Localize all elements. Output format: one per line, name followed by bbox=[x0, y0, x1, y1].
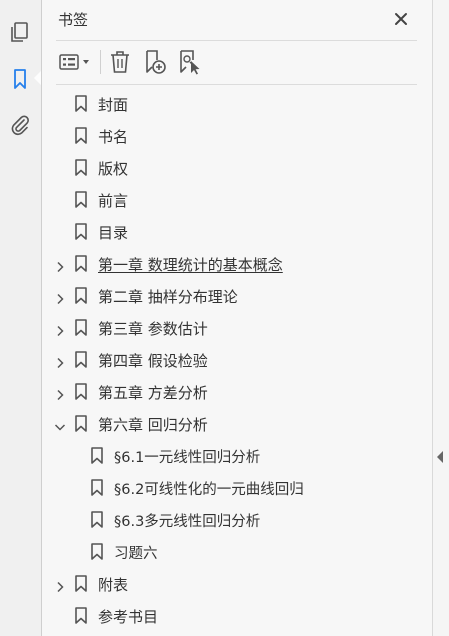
bookmark-icon bbox=[74, 351, 88, 368]
find-bookmark-button[interactable] bbox=[176, 48, 202, 76]
bookmark-icon bbox=[74, 159, 88, 176]
panel-title: 书签 bbox=[58, 11, 89, 29]
bookmark-item[interactable]: 第五章 方差分析 bbox=[42, 379, 427, 405]
chevron-right-icon[interactable] bbox=[54, 578, 66, 593]
new-bookmark-button[interactable] bbox=[142, 48, 168, 76]
attachments-icon[interactable] bbox=[9, 114, 31, 136]
bookmark-icon bbox=[90, 543, 104, 560]
bookmark-icon bbox=[74, 223, 88, 240]
bookmark-label: §6.3多元线性回归分析 bbox=[114, 514, 261, 530]
bookmark-icon bbox=[74, 415, 88, 432]
bookmark-item[interactable]: 第六章 回归分析 bbox=[42, 411, 427, 437]
chevron-down-icon[interactable] bbox=[54, 418, 66, 431]
bookmark-icon bbox=[74, 383, 88, 400]
bookmarks-panel: 书签 封面 书名 版权 前言 目录 第一章 数理统计的基本概念 第二章 抽样分布… bbox=[42, 0, 433, 636]
bookmark-item[interactable]: 附表 bbox=[42, 571, 427, 597]
bookmark-label: 第四章 假设检验 bbox=[98, 352, 208, 370]
navigation-rail bbox=[0, 0, 42, 636]
bookmark-item[interactable]: 书名 bbox=[42, 123, 427, 149]
bookmark-label: 附表 bbox=[98, 576, 129, 594]
bookmark-label: §6.1一元线性回归分析 bbox=[114, 450, 261, 466]
trash-icon bbox=[111, 51, 129, 73]
bookmark-label: 前言 bbox=[98, 192, 129, 210]
title-divider bbox=[56, 40, 417, 41]
bookmark-item[interactable]: §6.1一元线性回归分析 bbox=[42, 443, 427, 469]
bookmark-label: 习题六 bbox=[114, 546, 158, 562]
bookmark-item[interactable]: 版权 bbox=[42, 155, 427, 181]
bookmark-item[interactable]: 习题六 bbox=[42, 539, 427, 565]
bookmark-item[interactable]: 第四章 假设检验 bbox=[42, 347, 427, 373]
bookmark-item[interactable]: 封面 bbox=[42, 91, 427, 117]
bookmark-label: 第三章 参数估计 bbox=[98, 320, 208, 338]
bookmark-item[interactable]: 目录 bbox=[42, 219, 427, 245]
chevron-right-icon[interactable] bbox=[54, 258, 66, 273]
bookmark-icon bbox=[74, 575, 88, 592]
bookmark-label: 第六章 回归分析 bbox=[98, 416, 208, 434]
bookmark-item[interactable]: §6.2可线性化的一元曲线回归 bbox=[42, 475, 427, 501]
bookmark-label: 第二章 抽样分布理论 bbox=[98, 288, 238, 306]
page-thumbnails-icon[interactable] bbox=[9, 21, 31, 43]
bookmark-icon bbox=[74, 607, 88, 624]
bookmark-icon bbox=[74, 319, 88, 336]
bookmark-item[interactable]: 参考书目 bbox=[42, 603, 427, 629]
bookmark-icon bbox=[74, 287, 88, 304]
bookmark-label: §6.2可线性化的一元曲线回归 bbox=[114, 482, 304, 498]
chevron-right-icon[interactable] bbox=[54, 354, 66, 369]
bookmark-item[interactable]: 第一章 数理统计的基本概念 bbox=[42, 251, 427, 277]
toolbar-divider bbox=[100, 50, 101, 74]
bookmark-label: 目录 bbox=[98, 224, 129, 242]
bookmark-item[interactable]: 第二章 抽样分布理论 bbox=[42, 283, 427, 309]
chevron-right-icon[interactable] bbox=[54, 386, 66, 401]
bookmark-label: 版权 bbox=[98, 160, 129, 178]
bookmark-item[interactable]: §6.3多元线性回归分析 bbox=[42, 507, 427, 533]
bookmark-label: 第五章 方差分析 bbox=[98, 384, 208, 402]
chevron-right-icon[interactable] bbox=[54, 322, 66, 337]
bookmark-icon bbox=[74, 127, 88, 144]
find-current-bookmark-icon bbox=[180, 50, 200, 75]
bookmark-label: 第一章 数理统计的基本概念 bbox=[98, 256, 283, 274]
collapse-panel-arrow-icon[interactable] bbox=[437, 451, 443, 463]
close-icon[interactable] bbox=[392, 10, 410, 28]
active-tab-indicator bbox=[34, 71, 41, 85]
add-bookmark-icon bbox=[146, 50, 166, 74]
bookmark-icon bbox=[90, 479, 104, 496]
bookmark-label: 书名 bbox=[98, 128, 129, 146]
bookmark-label: 参考书目 bbox=[98, 608, 159, 626]
bookmark-item[interactable]: 第三章 参数估计 bbox=[42, 315, 427, 341]
bookmark-icon bbox=[74, 95, 88, 112]
bookmarks-toolbar bbox=[54, 48, 414, 78]
bookmarks-icon[interactable] bbox=[9, 68, 31, 90]
toolbar-divider-line bbox=[56, 84, 417, 85]
bookmark-icon bbox=[90, 511, 104, 528]
delete-bookmark-button[interactable] bbox=[108, 48, 132, 76]
bookmark-icon bbox=[74, 255, 88, 272]
bookmark-item[interactable]: 前言 bbox=[42, 187, 427, 213]
options-menu-button[interactable] bbox=[56, 48, 94, 76]
bookmark-label: 封面 bbox=[98, 96, 129, 114]
list-options-icon bbox=[59, 54, 89, 70]
bookmark-icon bbox=[90, 447, 104, 464]
bookmark-icon bbox=[74, 191, 88, 208]
chevron-right-icon[interactable] bbox=[54, 290, 66, 305]
